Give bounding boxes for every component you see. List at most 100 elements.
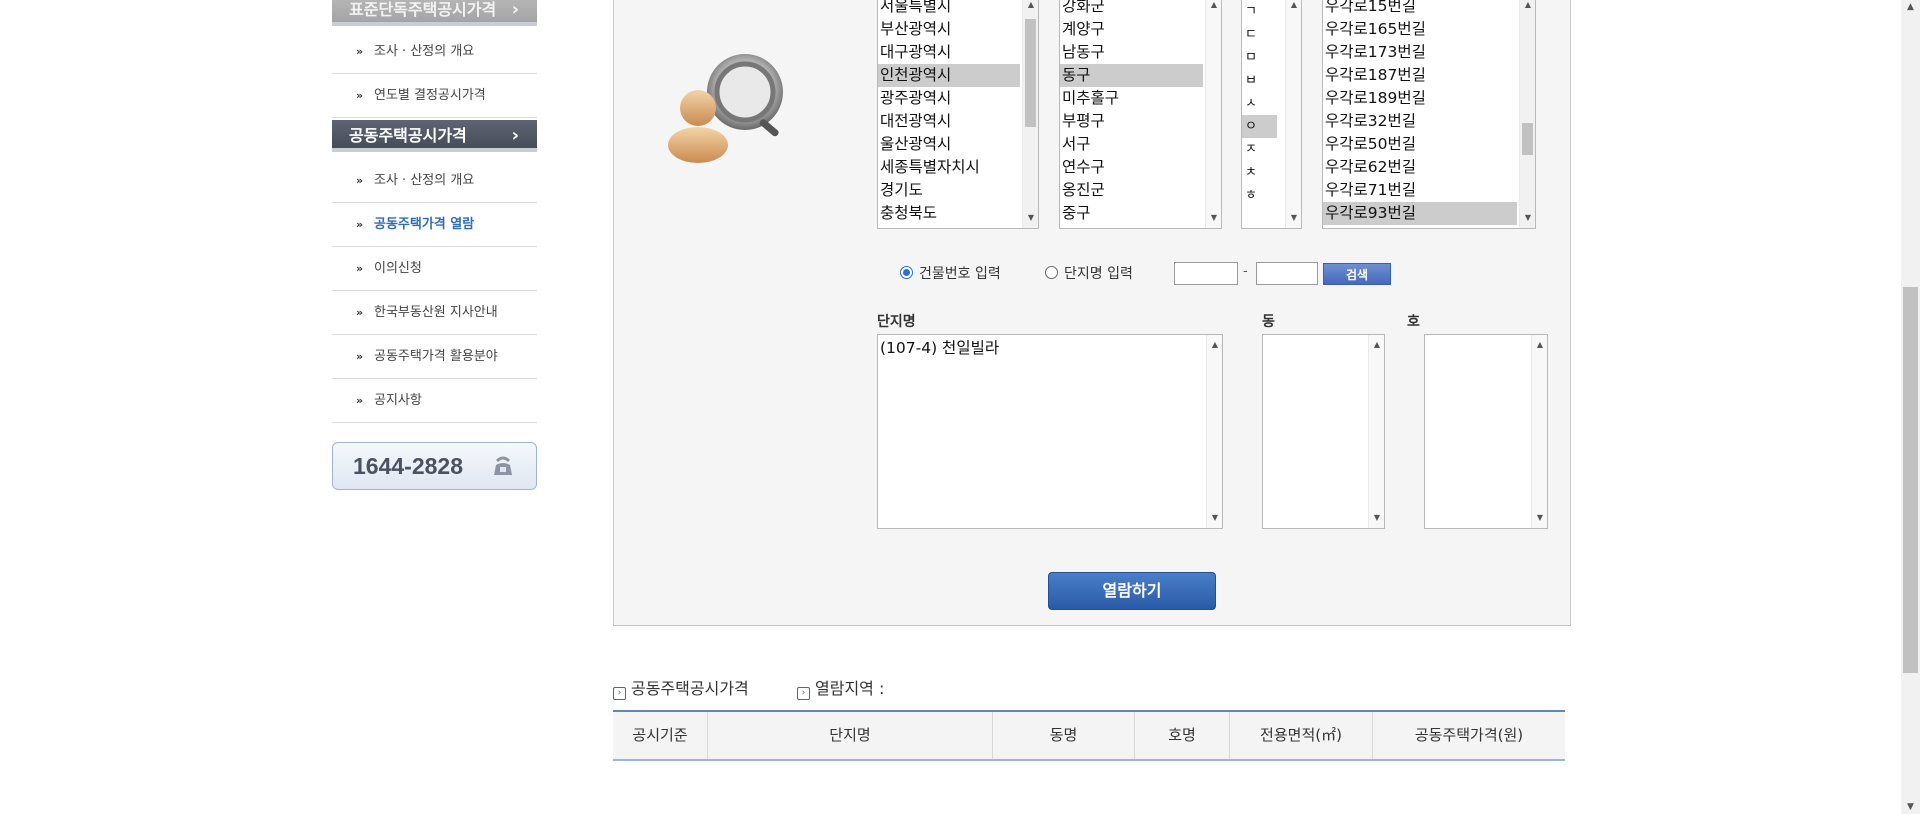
sigungu-option[interactable]: 옹진군 (1060, 179, 1203, 202)
scroll-down-icon[interactable]: ▼ (1023, 210, 1038, 226)
sigungu-scrollbar[interactable]: ▲ ▼ (1205, 0, 1221, 228)
initial-option[interactable]: ㅇ (1242, 115, 1277, 138)
road-option[interactable]: 우각로187번길 (1323, 64, 1517, 87)
ho-listbox[interactable]: ▲ ▼ (1424, 334, 1548, 529)
price-section-title: › 공동주택공시가격 (613, 675, 749, 700)
sigungu-option[interactable]: 동구 (1060, 64, 1203, 87)
road-option[interactable]: 우각로93번길 (1323, 202, 1517, 225)
initial-option[interactable]: ㄷ (1242, 23, 1277, 46)
sidebar-item-apartment-price-view[interactable]: » 공동주택가격 열람 (332, 203, 537, 247)
sido-scrollbar[interactable]: ▲ ▼ (1022, 0, 1038, 228)
sido-listbox[interactable]: 서울특별시 부산광역시 대구광역시 인천광역시 광주광역시 대전광역시 울산광역시 세종특별자… (877, 0, 1039, 229)
scroll-up-icon[interactable]: ▲ (1532, 337, 1547, 353)
scroll-down-icon[interactable]: ▼ (1369, 510, 1384, 526)
ho-scrollbar[interactable]: ▲ ▼ (1531, 335, 1547, 528)
bullet-icon: » (356, 350, 364, 363)
initial-option[interactable]: ㅅ (1242, 92, 1277, 115)
sigungu-option[interactable]: 계양구 (1060, 18, 1203, 41)
dong-scrollbar[interactable]: ▲ ▼ (1368, 335, 1384, 528)
initial-consonant-listbox[interactable]: ㄱㄷㅁㅂㅅㅇㅈㅊㅎ ▲ ▼ (1241, 0, 1302, 229)
complex-option[interactable]: (107-4) 천일빌라 (878, 337, 1204, 360)
complex-listbox[interactable]: (107-4) 천일빌라 ▲ ▼ (877, 334, 1223, 529)
road-option[interactable]: 우각로189번길 (1323, 87, 1517, 110)
view-button[interactable]: 열람하기 (1048, 572, 1216, 610)
road-name-listbox[interactable]: 우각로15번길 우각로165번길 우각로173번길 우각로187번길 우각로189번길 우… (1322, 0, 1536, 229)
scroll-down-icon[interactable]: ▼ (1520, 210, 1535, 226)
page-scrollbar[interactable]: ▲ ▼ (1901, 0, 1920, 814)
chevron-right-icon: › (511, 125, 519, 146)
scroll-up-icon[interactable]: ▲ (1207, 337, 1222, 353)
radio-button[interactable] (900, 266, 913, 279)
road-option[interactable]: 우각로15번길 (1323, 0, 1517, 18)
sido-option[interactable]: 부산광역시 (878, 18, 1020, 41)
sido-option[interactable]: 울산광역시 (878, 133, 1020, 156)
ho-label: 호 (1407, 314, 1420, 330)
sigungu-option[interactable]: 강화군 (1060, 0, 1203, 18)
road-option[interactable]: 우각로32번길 (1323, 110, 1517, 133)
sido-option[interactable]: 대구광역시 (878, 41, 1020, 64)
scroll-thumb[interactable] (1025, 19, 1036, 127)
sigungu-option[interactable]: 남동구 (1060, 41, 1203, 64)
scroll-down-icon[interactable]: ▼ (1207, 510, 1222, 526)
scroll-down-icon[interactable]: ▼ (1532, 510, 1547, 526)
scroll-down-icon[interactable]: ▼ (1286, 210, 1301, 226)
road-option[interactable]: 우각로165번길 (1323, 18, 1517, 41)
scroll-thumb[interactable] (1522, 123, 1533, 155)
bullet-icon: » (356, 89, 364, 102)
sido-option[interactable]: 서울특별시 (878, 0, 1020, 18)
sidebar-header-apartment[interactable]: 공동주택공시가격 › (332, 120, 537, 152)
search-button[interactable]: 검색 (1323, 263, 1391, 285)
sidebar-header-standard-house[interactable]: 표준단독주택공시가격 › (332, 0, 537, 26)
sidebar-item-survey-overview-1[interactable]: » 조사 · 산정의 개요 (332, 30, 537, 74)
initial-option[interactable]: ㅁ (1242, 46, 1277, 69)
sigungu-option[interactable]: 중구 (1060, 202, 1203, 225)
scroll-down-icon[interactable]: ▼ (1206, 210, 1221, 226)
radio-complex-name[interactable]: 단지명 입력 (1045, 263, 1133, 283)
scroll-up-icon[interactable]: ▲ (1023, 0, 1038, 13)
road-option[interactable]: 우각로173번길 (1323, 41, 1517, 64)
sido-option[interactable]: 세종특별자치시 (878, 156, 1020, 179)
initial-option[interactable]: ㅈ (1242, 138, 1277, 161)
sidebar-item-notice[interactable]: » 공지사항 (332, 379, 537, 423)
sigungu-option[interactable]: 부평구 (1060, 110, 1203, 133)
initial-option[interactable]: ㅎ (1242, 184, 1277, 207)
sidebar-item-objection[interactable]: » 이의신청 (332, 247, 537, 291)
scroll-down-icon[interactable]: ▼ (1901, 802, 1920, 812)
road-option[interactable]: 우각로62번길 (1323, 156, 1517, 179)
sidebar-item-usage[interactable]: » 공동주택가격 활용분야 (332, 335, 537, 379)
scroll-up-icon[interactable]: ▲ (1206, 0, 1221, 13)
road-option[interactable]: 우각로71번길 (1323, 179, 1517, 202)
initial-scrollbar[interactable]: ▲ ▼ (1285, 0, 1301, 228)
sidebar-item-branch-info[interactable]: » 한국부동산원 지사안내 (332, 291, 537, 335)
column-header: 호명 (1135, 712, 1230, 759)
scroll-up-icon[interactable]: ▲ (1520, 0, 1535, 13)
sigungu-option[interactable]: 미추홀구 (1060, 87, 1203, 110)
sido-option[interactable]: 경기도 (878, 179, 1020, 202)
sido-option[interactable]: 충청북도 (878, 202, 1020, 225)
building-main-number-input[interactable] (1174, 262, 1238, 285)
scroll-up-icon[interactable]: ▲ (1901, 2, 1920, 12)
scroll-up-icon[interactable]: ▲ (1286, 0, 1301, 13)
scroll-up-icon[interactable]: ▲ (1369, 337, 1384, 353)
sigungu-listbox[interactable]: 강화군 계양구 남동구 동구 미추홀구 부평구 서구 연수구 옹진군 중구 ▲ ▼ (1059, 0, 1222, 229)
sidebar-header-label: 표준단독주택공시가격 (349, 0, 497, 19)
sidebar-item-yearly-prices[interactable]: » 연도별 결정공시가격 (332, 74, 537, 118)
initial-option[interactable]: ㅊ (1242, 161, 1277, 184)
sigungu-option[interactable]: 서구 (1060, 133, 1203, 156)
sido-option[interactable]: 대전광역시 (878, 110, 1020, 133)
complex-scrollbar[interactable]: ▲ ▼ (1206, 335, 1222, 528)
radio-building-number[interactable]: 건물번호 입력 (900, 263, 1001, 283)
building-sub-number-input[interactable] (1256, 262, 1318, 285)
initial-option[interactable]: ㄱ (1242, 0, 1277, 23)
sido-option[interactable]: 인천광역시 (878, 64, 1020, 87)
sidebar-item-survey-overview-2[interactable]: » 조사 · 산정의 개요 (332, 159, 537, 203)
radio-button[interactable] (1045, 266, 1058, 279)
road-option[interactable]: 우각로50번길 (1323, 133, 1517, 156)
initial-option[interactable]: ㅂ (1242, 69, 1277, 92)
road-scrollbar[interactable]: ▲ ▼ (1519, 0, 1535, 228)
sido-option[interactable]: 광주광역시 (878, 87, 1020, 110)
dong-listbox[interactable]: ▲ ▼ (1262, 334, 1385, 529)
sidebar-item-label: 공동주택가격 활용분야 (374, 349, 498, 364)
sigungu-option[interactable]: 연수구 (1060, 156, 1203, 179)
page-scroll-thumb[interactable] (1903, 287, 1918, 673)
